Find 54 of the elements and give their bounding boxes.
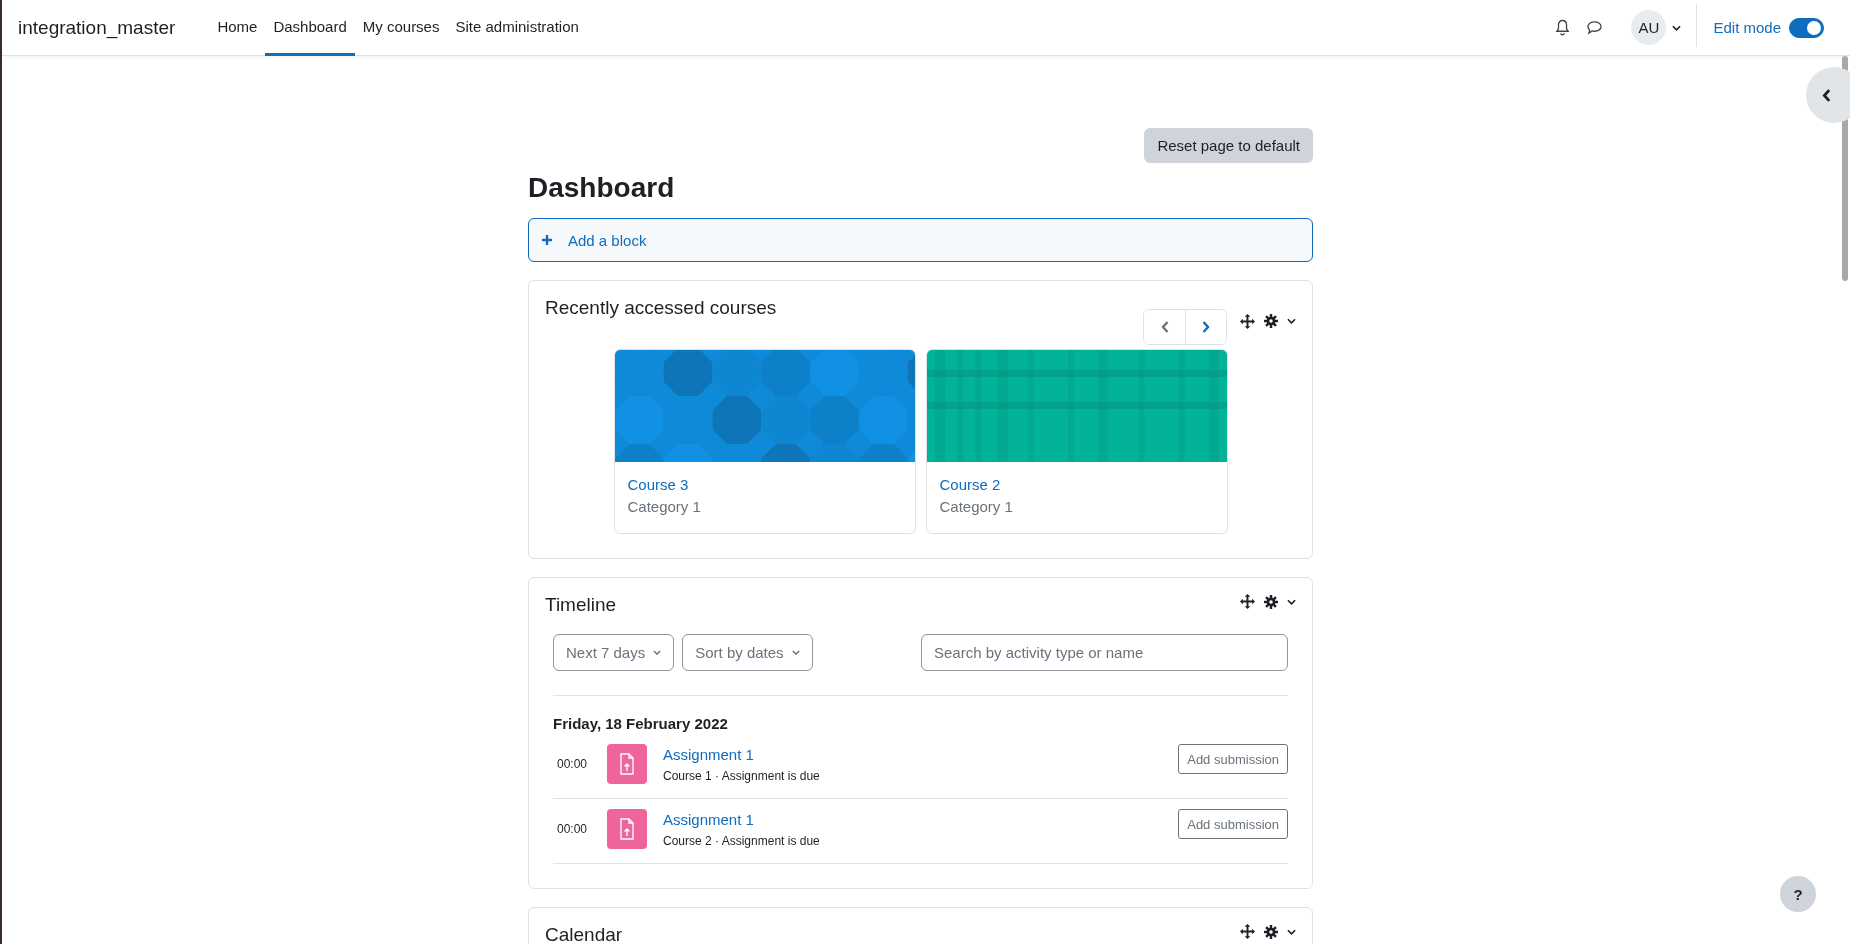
drawer-toggle-button[interactable] bbox=[1806, 67, 1850, 123]
move-icon[interactable] bbox=[1240, 594, 1255, 609]
help-button[interactable]: ? bbox=[1780, 876, 1816, 912]
filter-dropdown[interactable]: Next 7 days bbox=[553, 634, 675, 671]
bell-icon[interactable] bbox=[1555, 19, 1571, 36]
course-category: Category 1 bbox=[627, 498, 701, 515]
chevron-left-icon bbox=[1822, 88, 1831, 102]
course-link[interactable]: Course 3 bbox=[627, 476, 689, 493]
page-title: Dashboard bbox=[528, 172, 676, 204]
plus-icon bbox=[541, 234, 553, 246]
event-details: Course 1 · Assignment is due bbox=[663, 768, 820, 783]
event-details: Course 2 · Assignment is due bbox=[663, 833, 820, 848]
edit-mode-label: Edit mode bbox=[1713, 19, 1781, 36]
gear-icon[interactable] bbox=[1264, 924, 1278, 939]
search-field[interactable]: Search by activity type or name bbox=[921, 634, 1288, 671]
event-time: 00:00 bbox=[556, 822, 589, 836]
add-block-button[interactable]: Add a block bbox=[528, 218, 1313, 262]
assignment-icon bbox=[607, 809, 647, 849]
chevron-right-icon bbox=[1202, 321, 1210, 333]
caret-icon[interactable] bbox=[1287, 928, 1296, 935]
gear-icon[interactable] bbox=[1264, 314, 1278, 328]
course-card[interactable]: Course 3 Category 1 bbox=[613, 349, 916, 534]
site-name[interactable]: integration_master bbox=[18, 16, 176, 39]
move-icon[interactable] bbox=[1240, 924, 1255, 939]
chevron-left-icon bbox=[1160, 321, 1169, 333]
course-link[interactable]: Course 2 bbox=[939, 476, 1001, 493]
add-submission-button[interactable]: Add submission bbox=[1178, 809, 1288, 839]
nav-link[interactable]: Dashboard bbox=[265, 0, 355, 56]
edit-mode-toggle[interactable] bbox=[1789, 17, 1824, 38]
assignment-icon bbox=[607, 744, 647, 784]
nav-link[interactable]: Site administration bbox=[447, 0, 587, 56]
gear-icon[interactable] bbox=[1264, 594, 1278, 609]
block-title: Recently accessed courses bbox=[545, 297, 777, 319]
user-avatar[interactable]: AU bbox=[1631, 10, 1667, 45]
chat-bubble-icon[interactable] bbox=[1586, 20, 1604, 35]
event-time: 00:00 bbox=[556, 757, 589, 771]
assignment-link[interactable]: Assignment 1 bbox=[663, 810, 754, 828]
block-title: Timeline bbox=[545, 594, 617, 616]
nav-link[interactable]: Home bbox=[209, 0, 266, 56]
course-card[interactable]: Course 2 Category 1 bbox=[925, 349, 1228, 534]
caret-icon bbox=[791, 650, 800, 655]
move-icon[interactable] bbox=[1240, 313, 1255, 329]
caret-icon bbox=[653, 650, 662, 655]
caret-icon[interactable] bbox=[1672, 24, 1682, 31]
nav-link[interactable]: My courses bbox=[354, 0, 448, 56]
course-category: Category 1 bbox=[939, 498, 1013, 515]
filter-dropdown[interactable]: Sort by dates bbox=[682, 634, 813, 671]
add-submission-button[interactable]: Add submission bbox=[1178, 744, 1288, 774]
block-title: Calendar bbox=[545, 924, 623, 944]
assignment-link[interactable]: Assignment 1 bbox=[663, 745, 754, 763]
caret-icon[interactable] bbox=[1287, 318, 1296, 324]
caret-icon[interactable] bbox=[1287, 598, 1296, 605]
date-heading: Friday, 18 February 2022 bbox=[553, 715, 729, 732]
reset-page-button[interactable]: Reset page to default bbox=[1144, 128, 1313, 163]
